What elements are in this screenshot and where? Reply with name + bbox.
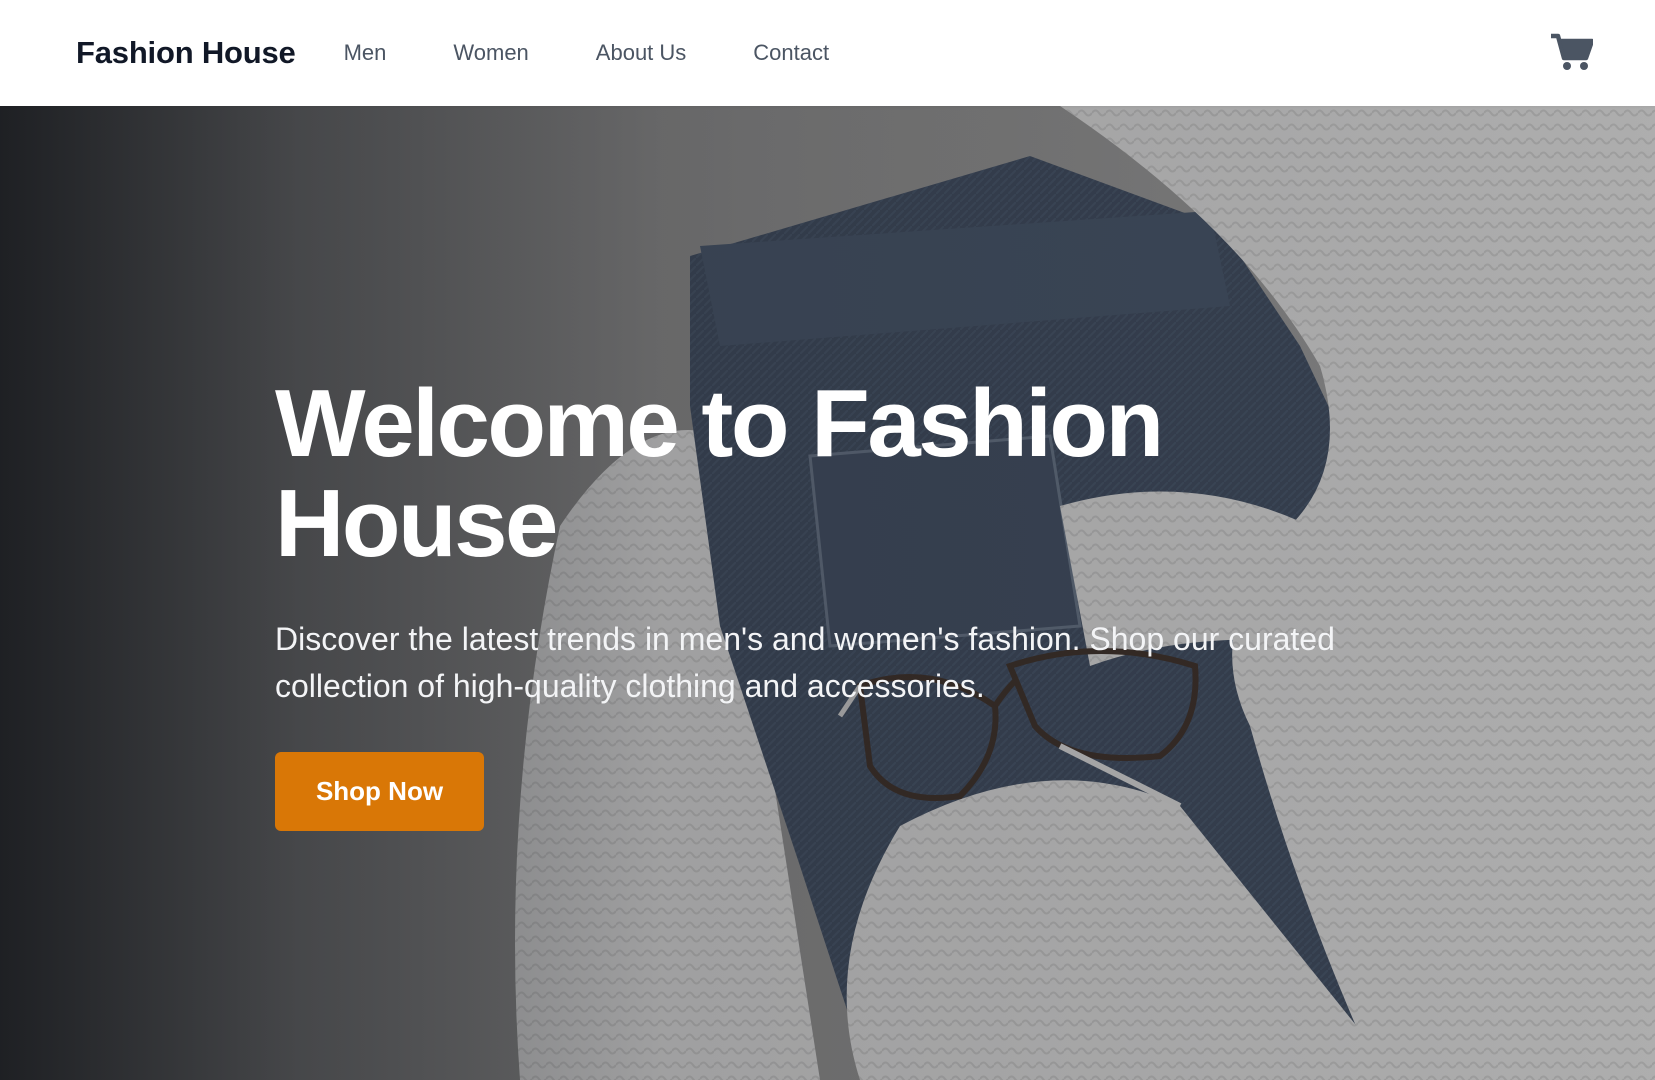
nav-link-women[interactable]: Women (453, 40, 528, 66)
shop-now-button[interactable]: Shop Now (275, 752, 484, 831)
shopping-cart-icon[interactable] (1548, 33, 1595, 71)
hero-subtitle: Discover the latest trends in men's and … (275, 621, 1335, 704)
hero-title: Welcome to Fashion House (275, 370, 1164, 577)
hero-section: Welcome to Fashion House Discover the la… (0, 106, 1655, 1080)
nav-link-about-us[interactable]: About Us (596, 40, 687, 66)
nav-link-contact[interactable]: Contact (753, 40, 829, 66)
hero-content: Welcome to Fashion House Discover the la… (275, 374, 1425, 831)
brand-logo-link[interactable]: Fashion House (76, 35, 296, 71)
top-navigation-bar: Fashion House Men Women About Us Contact (0, 0, 1655, 106)
nav-link-men[interactable]: Men (344, 40, 387, 66)
main-nav: Men Women About Us Contact (344, 40, 897, 66)
